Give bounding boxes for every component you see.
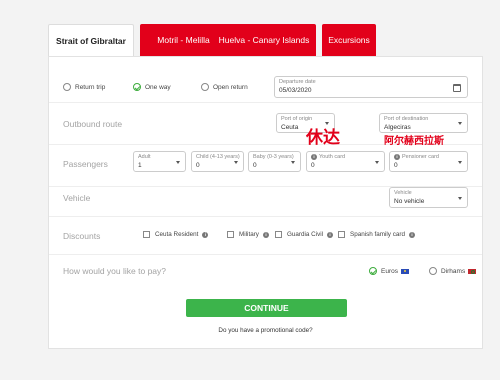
discounts-label: Discounts xyxy=(63,231,101,241)
field-label: Baby (0-3 years) xyxy=(253,154,294,160)
info-icon: i xyxy=(408,231,415,238)
info-icon: i xyxy=(202,231,209,238)
checkbox-label: Ceuta Resident xyxy=(155,231,199,238)
child-count-select[interactable]: Child (4-13 years) 0 xyxy=(191,151,244,172)
field-label: Departure date xyxy=(279,79,316,85)
field-label: Port of origin xyxy=(281,116,313,122)
field-label: i Pensioner card xyxy=(394,154,439,160)
info-icon: i xyxy=(311,154,317,160)
radio-circle-icon xyxy=(201,83,209,91)
adult-count-select[interactable]: Adult 1 xyxy=(133,151,186,172)
radio-dirhams[interactable]: Dirhams xyxy=(429,267,477,275)
radio-open-return[interactable]: Open return xyxy=(201,83,248,91)
payment-row: How would you like to pay? Euros Dirhams xyxy=(49,255,482,289)
checkbox-icon xyxy=(227,231,234,238)
field-value: No vehicle xyxy=(394,198,425,205)
checkbox-icon xyxy=(143,231,150,238)
radio-euros[interactable]: Euros xyxy=(369,267,409,275)
radio-label: Euros xyxy=(381,267,398,275)
tab-huelva-canary-islands[interactable]: Huelva - Canary Islands xyxy=(212,24,316,56)
outbound-route-row: Outbound route Port of origin Ceuta Port… xyxy=(49,103,482,147)
radio-checked-icon xyxy=(369,267,377,275)
port-of-destination-select[interactable]: Port of destination Algeciras xyxy=(379,113,468,133)
continue-button[interactable]: CONTINUE xyxy=(186,299,347,317)
checkbox-ceuta-resident[interactable]: Ceuta Resident i xyxy=(143,231,209,238)
chevron-down-icon xyxy=(458,122,462,125)
trip-type-row: Return trip One way Open return Departur… xyxy=(49,57,482,103)
checkbox-military[interactable]: Military i xyxy=(227,231,269,238)
checkbox-guardia-civil[interactable]: Guardia Civil i xyxy=(275,231,334,238)
field-value: Algeciras xyxy=(384,124,411,131)
radio-circle-icon xyxy=(429,267,437,275)
chevron-down-icon xyxy=(176,160,180,164)
checkbox-label: Guardia Civil xyxy=(287,231,324,238)
youth-card-label: Youth card xyxy=(319,154,346,160)
discounts-row: Discounts Ceuta Resident i Military i Gu… xyxy=(49,217,482,255)
checkbox-label: Military xyxy=(239,231,259,238)
info-icon: i xyxy=(394,154,400,160)
checkbox-icon xyxy=(338,231,345,238)
chevron-down-icon xyxy=(234,160,238,164)
checkbox-spanish-family-card[interactable]: Spanish family card i xyxy=(338,231,415,238)
field-label: i Youth card xyxy=(311,154,345,160)
youth-card-select[interactable]: i Youth card 0 xyxy=(306,151,385,172)
radio-label: Return trip xyxy=(75,83,106,91)
eu-flag-icon xyxy=(400,268,409,274)
vehicle-label: Vehicle xyxy=(63,193,91,203)
field-value: 0 xyxy=(394,162,398,169)
passengers-label: Passengers xyxy=(63,159,108,169)
field-label: Adult xyxy=(138,154,151,160)
chevron-down-icon xyxy=(375,160,379,164)
radio-return-trip[interactable]: Return trip xyxy=(63,83,105,91)
chevron-down-icon xyxy=(291,160,295,164)
checkbox-label: Spanish family card xyxy=(350,231,405,238)
radio-one-way[interactable]: One way xyxy=(133,83,171,91)
radio-checked-icon xyxy=(133,83,141,91)
radio-label: Dirhams xyxy=(441,267,466,275)
info-icon: i xyxy=(262,231,269,238)
field-label: Vehicle xyxy=(394,190,412,196)
booking-form: Return trip One way Open return Departur… xyxy=(48,56,483,349)
pensioner-card-label: Pensioner card xyxy=(402,154,439,160)
field-value: Ceuta xyxy=(281,124,299,131)
field-value: 1 xyxy=(138,162,142,169)
departure-date-field[interactable]: Departure date 05/03/2020 xyxy=(274,76,468,98)
radio-label: Open return xyxy=(213,83,248,91)
field-label: Child (4-13 years) xyxy=(196,154,240,160)
field-value: 0 xyxy=(311,162,315,169)
field-value: 0 xyxy=(253,162,257,169)
chevron-down-icon xyxy=(458,196,462,200)
payment-question: How would you like to pay? xyxy=(63,266,167,276)
chevron-down-icon xyxy=(458,160,462,164)
checkbox-icon xyxy=(275,231,282,238)
field-value: 05/03/2020 xyxy=(279,87,312,94)
morocco-flag-icon xyxy=(468,268,477,274)
radio-label: One way xyxy=(145,83,171,91)
radio-circle-icon xyxy=(63,83,71,91)
vehicle-select[interactable]: Vehicle No vehicle xyxy=(389,187,468,208)
info-icon: i xyxy=(327,231,334,238)
field-label: Port of destination xyxy=(384,116,429,122)
vehicle-row: Vehicle Vehicle No vehicle xyxy=(49,187,482,217)
promo-code-link[interactable]: Do you have a promotional code? xyxy=(49,327,482,334)
field-value: 0 xyxy=(196,162,200,169)
baby-count-select[interactable]: Baby (0-3 years) 0 xyxy=(248,151,301,172)
calendar-icon xyxy=(453,84,461,92)
outbound-route-label: Outbound route xyxy=(63,119,123,129)
passengers-row: Passengers Adult 1 Child (4-13 years) 0 … xyxy=(49,145,482,187)
tab-strait-of-gibraltar[interactable]: Strait of Gibraltar xyxy=(48,24,134,57)
pensioner-card-select[interactable]: i Pensioner card 0 xyxy=(389,151,468,172)
tab-excursions[interactable]: Excursions xyxy=(322,24,376,56)
